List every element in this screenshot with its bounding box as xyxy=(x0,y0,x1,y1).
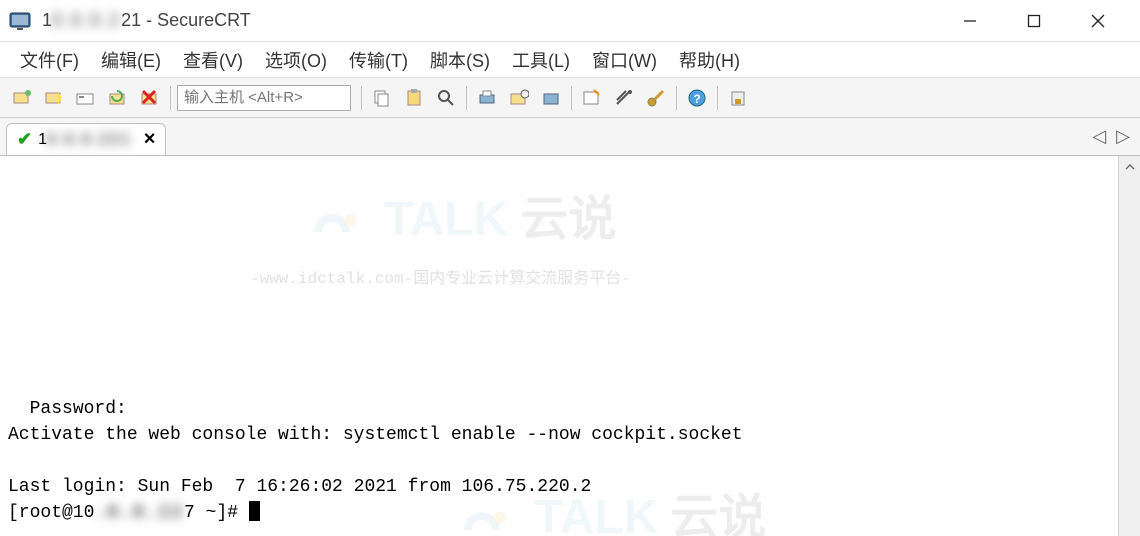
window-controls xyxy=(952,6,1132,36)
terminal-line: Last login: Sun Feb 7 16:26:02 2021 from… xyxy=(8,477,591,497)
toolbar-separator xyxy=(361,86,362,110)
svg-text:?: ? xyxy=(693,92,700,106)
cursor xyxy=(249,501,260,521)
watermark-url: -www.idctalk.com-国内专业云计算交流服务平台- xyxy=(250,266,631,292)
terminal-line: Password: xyxy=(30,399,127,419)
help-icon[interactable]: ? xyxy=(683,84,711,112)
connect-sftp-icon[interactable] xyxy=(72,84,100,112)
menu-help[interactable]: 帮助(H) xyxy=(671,43,748,77)
tab-close-icon[interactable]: × xyxy=(144,128,156,151)
find-icon[interactable] xyxy=(432,84,460,112)
tab-label: 10.0.0.221 xyxy=(38,131,132,149)
titlebar: 10.0.0.221 - SecureCRT xyxy=(0,0,1140,42)
host-input[interactable] xyxy=(177,85,351,111)
toolbar-separator xyxy=(571,86,572,110)
check-icon: ✔ xyxy=(17,129,32,150)
app-icon xyxy=(8,9,32,33)
reconnect-icon[interactable] xyxy=(104,84,132,112)
menu-options[interactable]: 选项(O) xyxy=(257,43,335,77)
menu-transfer[interactable]: 传输(T) xyxy=(341,43,416,77)
new-session-icon[interactable] xyxy=(578,84,606,112)
toolbar-separator xyxy=(466,86,467,110)
menubar: 文件(F) 编辑(E) 查看(V) 选项(O) 传输(T) 脚本(S) 工具(L… xyxy=(0,42,1140,78)
menu-view[interactable]: 查看(V) xyxy=(175,43,251,77)
terminal-line: Activate the web console with: systemctl… xyxy=(8,425,743,445)
session-options-icon[interactable] xyxy=(505,84,533,112)
toolbar-separator xyxy=(717,86,718,110)
menu-script[interactable]: 脚本(S) xyxy=(422,43,498,77)
print-icon[interactable] xyxy=(473,84,501,112)
watermark: TALK 云说 xyxy=(300,192,616,248)
paste-icon[interactable] xyxy=(400,84,428,112)
terminal-area: TALK 云说 -www.idctalk.com-国内专业云计算交流服务平台- … xyxy=(0,156,1140,536)
disconnect-icon[interactable] xyxy=(136,84,164,112)
minimize-button[interactable] xyxy=(952,6,988,36)
tab-nav: ◁ ▷ xyxy=(1092,126,1130,147)
menu-window[interactable]: 窗口(W) xyxy=(584,43,665,77)
maximize-button[interactable] xyxy=(1016,6,1052,36)
global-options-icon[interactable] xyxy=(537,84,565,112)
lock-icon[interactable] xyxy=(724,84,752,112)
copy-icon[interactable] xyxy=(368,84,396,112)
terminal[interactable]: TALK 云说 -www.idctalk.com-国内专业云计算交流服务平台- … xyxy=(0,156,1118,536)
settings-icon[interactable] xyxy=(610,84,638,112)
key-icon[interactable] xyxy=(642,84,670,112)
scroll-up-icon[interactable] xyxy=(1119,156,1140,178)
tab-prev-icon[interactable]: ◁ xyxy=(1092,126,1106,147)
menu-file[interactable]: 文件(F) xyxy=(12,43,87,77)
scrollbar[interactable] xyxy=(1118,156,1140,536)
toolbar-separator xyxy=(676,86,677,110)
tab-next-icon[interactable]: ▷ xyxy=(1116,126,1130,147)
terminal-prompt: [root@10.0.0.227 ~]# xyxy=(8,503,260,523)
window-title: 10.0.0.221 - SecureCRT xyxy=(42,10,952,31)
session-tab[interactable]: ✔ 10.0.0.221 × xyxy=(6,123,166,155)
toolbar-separator xyxy=(170,86,171,110)
menu-tools[interactable]: 工具(L) xyxy=(504,43,578,77)
tabbar: ✔ 10.0.0.221 × ◁ ▷ xyxy=(0,118,1140,156)
close-button[interactable] xyxy=(1080,6,1116,36)
connect-icon[interactable] xyxy=(8,84,36,112)
toolbar: ? xyxy=(0,78,1140,118)
quick-connect-icon[interactable] xyxy=(40,84,68,112)
menu-edit[interactable]: 编辑(E) xyxy=(93,43,169,77)
